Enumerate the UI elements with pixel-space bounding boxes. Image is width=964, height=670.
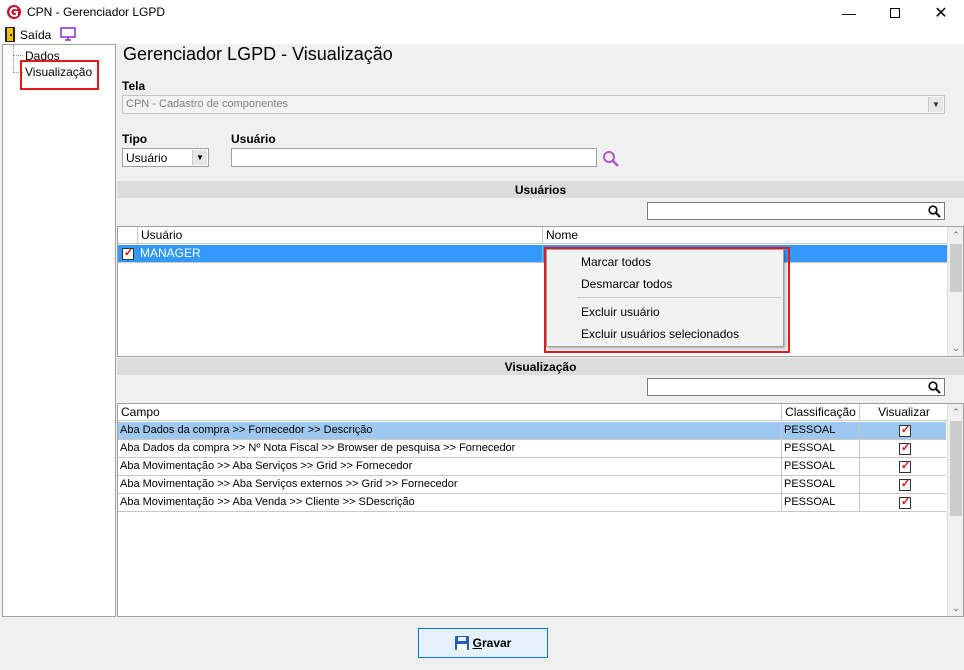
- cell-campo: Aba Movimentação >> Aba Venda >> Cliente…: [118, 494, 782, 512]
- chevron-up-icon[interactable]: ⌃: [948, 404, 964, 420]
- save-button[interactable]: Gravar: [418, 628, 548, 658]
- visualizar-checkbox[interactable]: [899, 459, 911, 473]
- close-button[interactable]: ✕: [918, 0, 964, 25]
- table-row[interactable]: Aba Movimentação >> Aba Serviços >> Grid…: [118, 458, 946, 476]
- search-icon[interactable]: [928, 381, 941, 394]
- visualizar-checkbox[interactable]: [899, 477, 911, 491]
- view-filter-input[interactable]: [647, 378, 945, 396]
- column-header-visualizar[interactable]: Visualizar: [860, 404, 948, 421]
- usuario-label: Usuário: [231, 132, 276, 146]
- cell-classificacao: PESSOAL: [782, 476, 860, 494]
- users-grid: Usuário Nome MANAGER ⌃ ⌄: [117, 226, 964, 357]
- monitor-icon[interactable]: [60, 27, 76, 41]
- cell-campo: Aba Movimentação >> Aba Serviços externo…: [118, 476, 782, 494]
- cell-classificacao: PESSOAL: [782, 440, 860, 458]
- chevron-down-icon[interactable]: ▼: [928, 97, 943, 112]
- title-bar: CPN - Gerenciador LGPD — ✕: [0, 0, 964, 25]
- tela-value: CPN - Cadastro de componentes: [126, 98, 289, 110]
- column-header-nome[interactable]: Nome: [543, 227, 948, 244]
- cell-classificacao: PESSOAL: [782, 422, 860, 440]
- exit-menu-item[interactable]: Saída: [20, 28, 51, 42]
- cell-campo: Aba Dados da compra >> Fornecedor >> Des…: [118, 422, 782, 440]
- view-grid-header: Campo Classificação Visualizar: [118, 404, 948, 421]
- save-label: Gravar: [472, 636, 512, 650]
- chevron-down-icon[interactable]: ⌄: [948, 600, 964, 616]
- tela-select[interactable]: CPN - Cadastro de componentes ▼: [122, 95, 945, 114]
- cell-campo: Aba Dados da compra >> Nº Nota Fiscal >>…: [118, 440, 782, 458]
- column-header-usuario[interactable]: Usuário: [138, 227, 543, 244]
- highlight-box: [20, 60, 99, 90]
- chevron-down-icon[interactable]: ▼: [192, 150, 207, 165]
- cell-usuario: MANAGER: [138, 245, 543, 263]
- tipo-label: Tipo: [122, 132, 148, 146]
- visualizar-checkbox[interactable]: [899, 423, 911, 437]
- search-icon[interactable]: [928, 205, 941, 218]
- cell-campo: Aba Movimentação >> Aba Serviços >> Grid…: [118, 458, 782, 476]
- tipo-value: Usuário: [126, 151, 168, 165]
- column-header-classificacao[interactable]: Classificação: [782, 404, 860, 421]
- app-logo-icon: [7, 5, 21, 19]
- exit-door-icon[interactable]: [4, 27, 16, 42]
- view-section-header: Visualização: [117, 358, 964, 375]
- table-row[interactable]: Aba Dados da compra >> Nº Nota Fiscal >>…: [118, 440, 946, 458]
- users-scrollbar[interactable]: ⌃ ⌄: [947, 227, 963, 356]
- usuario-input[interactable]: [231, 148, 597, 167]
- scroll-thumb[interactable]: [950, 421, 962, 516]
- tela-label: Tela: [122, 79, 146, 93]
- users-grid-header: Usuário Nome: [118, 227, 948, 244]
- tipo-select[interactable]: Usuário ▼: [122, 148, 209, 167]
- page-title: Gerenciador LGPD - Visualização: [123, 44, 393, 64]
- cell-classificacao: PESSOAL: [782, 494, 860, 512]
- table-row[interactable]: MANAGER: [118, 245, 948, 263]
- chevron-down-icon[interactable]: ⌄: [948, 340, 964, 356]
- navigation-tree: Dados Visualização: [2, 44, 116, 617]
- scroll-thumb[interactable]: [950, 244, 962, 292]
- column-header-campo[interactable]: Campo: [118, 404, 782, 421]
- search-icon[interactable]: [602, 150, 620, 168]
- visualizar-checkbox[interactable]: [899, 495, 911, 509]
- users-section-header: Usuários: [117, 181, 964, 198]
- view-scrollbar[interactable]: ⌃ ⌄: [947, 404, 963, 616]
- minimize-button[interactable]: —: [826, 0, 872, 25]
- users-filter-input[interactable]: [647, 202, 945, 220]
- table-row[interactable]: Aba Movimentação >> Aba Serviços externo…: [118, 476, 946, 494]
- floppy-disk-icon: [454, 636, 469, 650]
- table-row[interactable]: Aba Movimentação >> Aba Venda >> Cliente…: [118, 494, 946, 512]
- menu-bar: Saída: [0, 25, 964, 44]
- chevron-up-icon[interactable]: ⌃: [948, 227, 964, 243]
- tree-connector: [13, 55, 23, 56]
- tree-connector: [13, 45, 14, 73]
- table-row[interactable]: Aba Dados da compra >> Fornecedor >> Des…: [118, 422, 946, 440]
- view-grid: Campo Classificação Visualizar Aba Dados…: [117, 403, 964, 617]
- column-header-check: [118, 227, 138, 244]
- visualizar-checkbox[interactable]: [899, 441, 911, 455]
- maximize-icon: [890, 7, 900, 18]
- highlight-box: [544, 247, 790, 353]
- maximize-button[interactable]: [872, 0, 918, 25]
- window-title: CPN - Gerenciador LGPD: [27, 5, 166, 19]
- close-icon: ✕: [934, 4, 948, 22]
- cell-classificacao: PESSOAL: [782, 458, 860, 476]
- row-checkbox[interactable]: [122, 246, 134, 260]
- minimize-icon: —: [842, 4, 856, 21]
